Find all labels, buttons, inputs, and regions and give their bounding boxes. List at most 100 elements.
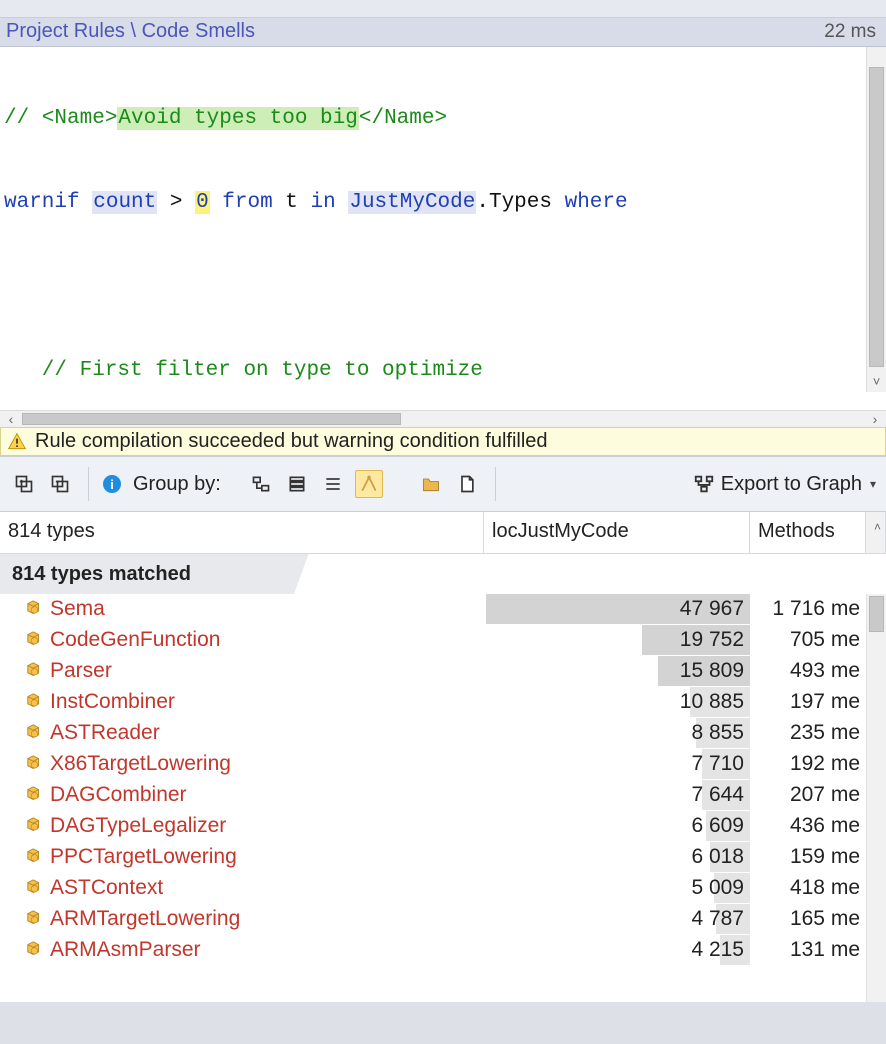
type-name-cell[interactable]: CodeGenFunction	[0, 625, 484, 656]
code-text: .Types	[476, 191, 564, 214]
collapse-all-button[interactable]	[46, 470, 74, 498]
class-icon	[6, 814, 50, 837]
scroll-thumb[interactable]	[869, 67, 884, 367]
methods-cell: 165 me	[750, 904, 866, 935]
editor-horizontal-scrollbar[interactable]: ‹ ›	[0, 410, 886, 427]
loc-value: 4 787	[691, 907, 744, 930]
warning-icon	[7, 432, 27, 452]
type-name-cell[interactable]: Parser	[0, 656, 484, 687]
type-name-cell[interactable]: Sema	[0, 594, 484, 625]
table-row[interactable]: Parser15 809493 me	[0, 656, 866, 687]
loc-cell: 5 009	[484, 873, 750, 904]
type-name-cell[interactable]: X86TargetLowering	[0, 749, 484, 780]
table-row[interactable]: ASTReader8 855235 me	[0, 718, 866, 749]
results-vertical-scrollbar[interactable]	[866, 594, 886, 1002]
type-name: ARMAsmParser	[50, 938, 201, 961]
class-icon	[6, 690, 50, 713]
table-row[interactable]: ARMAsmParser 4 215 131 me	[0, 935, 866, 966]
column-headers: 814 types locJustMyCode Methods ˄	[0, 512, 886, 554]
graph-icon	[693, 473, 715, 495]
group-by-namespace-button[interactable]	[247, 470, 275, 498]
class-icon	[6, 876, 50, 899]
table-row[interactable]: InstCombiner10 885197 me	[0, 687, 866, 718]
loc-cell: 7 644	[484, 780, 750, 811]
code-editor[interactable]: // <Name>Avoid types too big</Name> warn…	[0, 47, 886, 410]
scroll-thumb[interactable]	[869, 596, 884, 632]
methods-cell: 131 me	[750, 935, 866, 966]
table-row[interactable]: ASTContext 5 009 418 me	[0, 873, 866, 904]
loc-value: 47 967	[680, 597, 744, 620]
expand-all-button[interactable]	[10, 470, 38, 498]
type-name-cell[interactable]: ASTContext	[0, 873, 484, 904]
open-folder-button[interactable]	[417, 470, 445, 498]
open-file-button[interactable]	[453, 470, 481, 498]
table-row[interactable]: ARMTargetLowering 4 787 165 me	[0, 904, 866, 935]
breadcrumb[interactable]: Project Rules \ Code Smells	[6, 20, 255, 43]
scroll-track[interactable]	[22, 411, 864, 427]
table-row[interactable]: DAGCombiner 7 644 207 me	[0, 780, 866, 811]
scroll-thumb[interactable]	[22, 413, 401, 425]
rule-name: Avoid types too big	[117, 107, 358, 130]
code-keyword: from	[222, 191, 272, 214]
table-row[interactable]: DAGTypeLegalizer 6 609 436 me	[0, 811, 866, 842]
loc-cell: 6 018	[484, 842, 750, 873]
code-keyword: in	[311, 191, 336, 214]
methods-cell: 418 me	[750, 873, 866, 904]
loc-value: 6 609	[691, 814, 744, 837]
breadcrumb-row: Project Rules \ Code Smells 22 ms	[0, 18, 886, 47]
loc-value: 4 215	[691, 938, 744, 961]
loc-value: 5 009	[691, 876, 744, 899]
scroll-up-icon[interactable]: ˄	[866, 512, 886, 553]
class-icon	[6, 659, 50, 682]
type-name-cell[interactable]: ASTReader	[0, 718, 484, 749]
methods-cell: 705 me	[750, 625, 866, 656]
col-header-methods[interactable]: Methods	[750, 512, 866, 553]
loc-cell: 19 752	[484, 625, 750, 656]
code-text	[336, 191, 349, 214]
col-header-types[interactable]: 814 types	[0, 512, 484, 553]
scroll-right-icon[interactable]: ›	[864, 411, 886, 427]
table-row[interactable]: PPCTargetLowering 6 018159 me	[0, 842, 866, 873]
results-table: Sema47 9671 716 me CodeGenFunction19 752…	[0, 594, 866, 966]
type-name-cell[interactable]: ARMTargetLowering	[0, 904, 484, 935]
group-band-label: 814 types matched	[12, 563, 191, 586]
loc-cell: 7 710	[484, 749, 750, 780]
loc-value: 10 885	[680, 690, 744, 713]
type-name: PPCTargetLowering	[50, 845, 237, 868]
loc-cell: 47 967	[484, 594, 750, 625]
loc-cell: 8 855	[484, 718, 750, 749]
table-row[interactable]: Sema47 9671 716 me	[0, 594, 866, 625]
scroll-left-icon[interactable]: ‹	[0, 411, 22, 427]
export-label: Export to Graph	[721, 473, 862, 496]
group-highlight-button[interactable]	[355, 470, 383, 498]
class-icon	[6, 721, 50, 744]
type-name: InstCombiner	[50, 690, 175, 713]
type-name: ASTContext	[50, 876, 163, 899]
col-header-loc[interactable]: locJustMyCode	[484, 512, 750, 553]
class-icon	[6, 907, 50, 930]
group-by-label: Group by:	[133, 473, 221, 496]
group-band[interactable]: 814 types matched	[0, 554, 886, 594]
type-name-cell[interactable]: DAGCombiner	[0, 780, 484, 811]
code-text: >	[157, 191, 195, 214]
type-name-cell[interactable]: InstCombiner	[0, 687, 484, 718]
methods-cell: 436 me	[750, 811, 866, 842]
group-by-type-button[interactable]	[283, 470, 311, 498]
methods-cell: 207 me	[750, 780, 866, 811]
info-icon: i	[103, 475, 121, 493]
type-name-cell[interactable]: DAGTypeLegalizer	[0, 811, 484, 842]
type-name-cell[interactable]: PPCTargetLowering	[0, 842, 484, 873]
editor-vertical-scrollbar[interactable]: ˄ ˅	[866, 47, 886, 392]
loc-value: 7 644	[691, 783, 744, 806]
export-to-graph-button[interactable]: Export to Graph ▾	[693, 473, 876, 496]
table-row[interactable]: CodeGenFunction19 752705 me	[0, 625, 866, 656]
top-toolbar	[0, 0, 886, 18]
loc-cell: 4 787	[484, 904, 750, 935]
loc-cell: 10 885	[484, 687, 750, 718]
table-row[interactable]: X86TargetLowering7 710192 me	[0, 749, 866, 780]
group-flat-button[interactable]	[319, 470, 347, 498]
methods-cell: 159 me	[750, 842, 866, 873]
scroll-down-icon[interactable]: ˅	[867, 374, 886, 392]
code-keyword: where	[565, 191, 628, 214]
type-name-cell[interactable]: ARMAsmParser	[0, 935, 484, 966]
